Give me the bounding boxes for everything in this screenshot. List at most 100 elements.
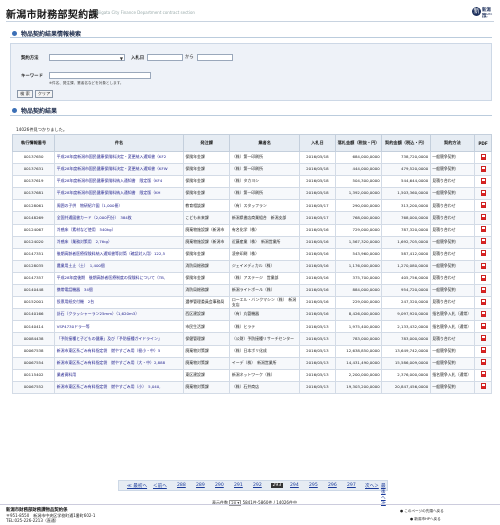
pdf-icon[interactable] [480,371,486,378]
search-button[interactable]: 検 索 [17,90,33,98]
table-row[interactable]: 00137619 平成28年度新潟市国民健康保険料納入通知書 限定版（KF4 保険年… [11,175,492,189]
cell-subject[interactable]: 平成28年度新潟市国民健康保険料納入通知書 限定版（KH [54,187,184,201]
col-header[interactable]: 入札日 [298,134,336,152]
cell-subject[interactable]: 平成28年度新潟市国民健康保険料決定・変更納入通知書（KF2 [54,150,184,165]
cell-pdf[interactable] [474,247,492,261]
pdf-icon[interactable] [480,286,486,293]
keyword-input[interactable] [49,72,151,79]
table-row[interactable]: 00115402 業者資料用 東区建設課 新潟ネットワーク（株） 2016/05/13 2… [11,368,492,382]
pager-page[interactable]: 294 [290,483,299,488]
method-select[interactable]: ▼ [49,54,125,61]
cell-subject[interactable]: 新潟市東区系ごみ有料指定袋 燃やすごみ用（小） 5,040, [54,380,184,394]
table-row[interactable]: 00067552 新潟市東区系ごみ有料指定袋 燃やすごみ用（小） 5,040, 廃棄… [11,380,492,394]
cell-pdf[interactable] [474,223,492,237]
cell-pdf[interactable] [474,380,492,394]
date-from-input[interactable] [147,54,183,61]
cell-pdf[interactable] [474,284,492,298]
cell-subject[interactable]: 冷感床（素材など使用 540kg） [54,223,184,237]
table-row[interactable]: 00140414 VSP4730ドラ一等 市民生活課 （株）ヒラテ 2016/05/13… [11,320,492,334]
col-header[interactable]: 発注課 [182,134,231,152]
pdf-icon[interactable] [480,347,486,354]
cell-pdf[interactable] [474,368,492,382]
cell-pdf[interactable] [474,332,492,346]
table-row[interactable]: 00137631 平成28年度新潟市国民健康保険料決定・変更納入通知書（KFW 保険… [11,163,492,177]
pdf-icon[interactable] [480,310,486,317]
cell-subject[interactable]: 「予防接種と子どもの健康」及び「予防接種ガイドライン」 [54,332,184,346]
cell-subject[interactable]: 冷感床（業務対策用 2,7tkg） [54,235,184,249]
pager-last[interactable]: 最後へ ≫ [381,483,387,506]
col-header[interactable]: 落札金額（税抜・円） [334,134,383,152]
clear-button[interactable]: クリア [35,90,53,98]
table-row[interactable]: 00128061 周囲の子供 物研紹介図（1,000冊） 教育相談課 （有）スタッフラ… [11,199,492,213]
cell-pdf[interactable] [474,199,492,213]
cell-subject[interactable]: 投票用紙交付機 2台 [54,296,184,310]
cell-subject[interactable]: 卦石（クラッシャーラン25mm）（1,620m3） [54,308,184,322]
cell-subject[interactable]: 携帯電話機器 34個 [54,284,184,298]
pager-next[interactable]: 次へ＞ [365,483,379,489]
pdf-icon[interactable] [480,165,486,172]
pdf-icon[interactable] [480,250,486,257]
pdf-icon[interactable] [480,153,486,160]
col-header[interactable]: 件名 [54,134,184,152]
table-row[interactable]: 00137681 平成28年度新潟市国民健康保険料納入通知書 限定版（KH 保険年金… [11,187,492,201]
table-row[interactable]: 00067554 新潟市東区系ごみ有料指定袋 燃やすごみ用（大・中）2,888 廃棄… [11,356,492,370]
cell-subject[interactable]: 新潟市東区系ごみ有料指定袋 燃やすごみ用（極小・中）5 [54,344,184,358]
pdf-icon[interactable] [480,202,486,209]
pdf-icon[interactable] [480,238,486,245]
pager-page[interactable]: 292 [253,483,262,488]
date-to-input[interactable] [197,54,233,61]
cell-pdf[interactable] [474,320,492,334]
pdf-icon[interactable] [480,214,486,221]
table-row[interactable]: 00124020 冷感床（業務対策用 2,7tkg） 廃棄物施設課（新潟市 近藤産業（… [11,235,492,249]
table-row[interactable]: 00128035 農業用土止（土） 1,400個 消防局総務課 ジェイメディカル（株）… [11,259,492,273]
cell-pdf[interactable] [474,271,492,286]
cell-pdf[interactable] [474,187,492,201]
per-page-select[interactable]: 20 ▾ [229,500,242,506]
pdf-icon[interactable] [480,274,486,281]
pdf-icon[interactable] [480,323,486,329]
cell-pdf[interactable] [474,150,492,165]
pager-page[interactable]: 289 [196,483,205,488]
pdf-icon[interactable] [480,226,486,233]
pager-prev[interactable]: ＜前へ [153,483,167,489]
cell-subject[interactable]: VSP4730ドラ一等 [54,320,184,334]
cell-pdf[interactable] [474,211,492,225]
cell-pdf[interactable] [474,175,492,189]
back-to-top-link[interactable]: ● このページの先頭へ戻る [400,509,444,514]
col-header[interactable]: 業者名 [229,134,300,152]
pdf-icon[interactable] [480,262,486,269]
cell-subject[interactable]: 全国共通図書カード（2,000円分） 384枚 [54,211,184,225]
cell-pdf[interactable] [474,259,492,273]
pager-first[interactable]: ≪ 最初へ [127,483,147,489]
cell-pdf[interactable] [474,344,492,358]
pdf-icon[interactable] [480,359,486,366]
pdf-icon[interactable] [480,189,486,196]
cell-pdf[interactable] [474,356,492,370]
pager-page[interactable]: 290 [215,483,224,488]
cell-pdf[interactable] [474,163,492,177]
pager-page[interactable]: 295 [309,483,318,488]
table-row[interactable]: 00140166 卦石（クラッシャーラン25mm）（1,620m3） 西区建設課 （有… [11,308,492,322]
cell-subject[interactable]: 平成28年度新潟市国民健康保険料決定・変更納入通知書（KFW [54,163,184,177]
pdf-icon[interactable] [480,383,486,390]
table-row[interactable]: 00147351 後期高齢者医療保険料納入通知書等封筒（確認対入用）122,5 保険… [11,247,492,261]
table-row[interactable]: 00152001 投票用紙交付機 2台 選挙管理委員会事務局 ローエル・バンクマシン（… [11,296,492,310]
col-header[interactable]: 契約方法 [429,134,476,152]
cell-subject[interactable]: 後期高齢者医療保険料納入通知書等封筒（確認対入用）122,5 [54,247,184,261]
pager-page[interactable]: 296 [328,483,337,488]
pager-page[interactable]: 291 [234,483,243,488]
pdf-icon[interactable] [480,177,486,184]
table-row[interactable]: 00140448 携帯電話機器 34個 消防局総務課 新潟ライトボール（株） 2016/… [11,284,492,298]
cell-pdf[interactable] [474,296,492,310]
cell-pdf[interactable] [474,235,492,249]
pager-page[interactable]: 297 [347,483,356,488]
cell-subject[interactable]: 業者資料用 [54,368,184,382]
cell-subject[interactable]: 農業用土止（土） 1,400個 [54,259,184,273]
city-logo[interactable]: 新 新潟市 NIIGATA CITY [472,5,494,19]
city-hp-link[interactable]: ● 新潟市HPへ戻る [410,517,441,522]
table-row[interactable]: 00124067 冷感床（素材など使用 540kg） 廃棄物施設課（新潟市 有名化学（… [11,223,492,237]
pdf-icon[interactable] [480,335,486,342]
cell-pdf[interactable] [474,308,492,322]
table-row[interactable]: 00148269 全国共通図書カード（2,000円分） 384枚 こども未来課 新潟県… [11,211,492,225]
table-row[interactable]: 00067538 新潟市東区系ごみ有料指定袋 燃やすごみ用（極小・中）5 廃棄物対策… [11,344,492,358]
